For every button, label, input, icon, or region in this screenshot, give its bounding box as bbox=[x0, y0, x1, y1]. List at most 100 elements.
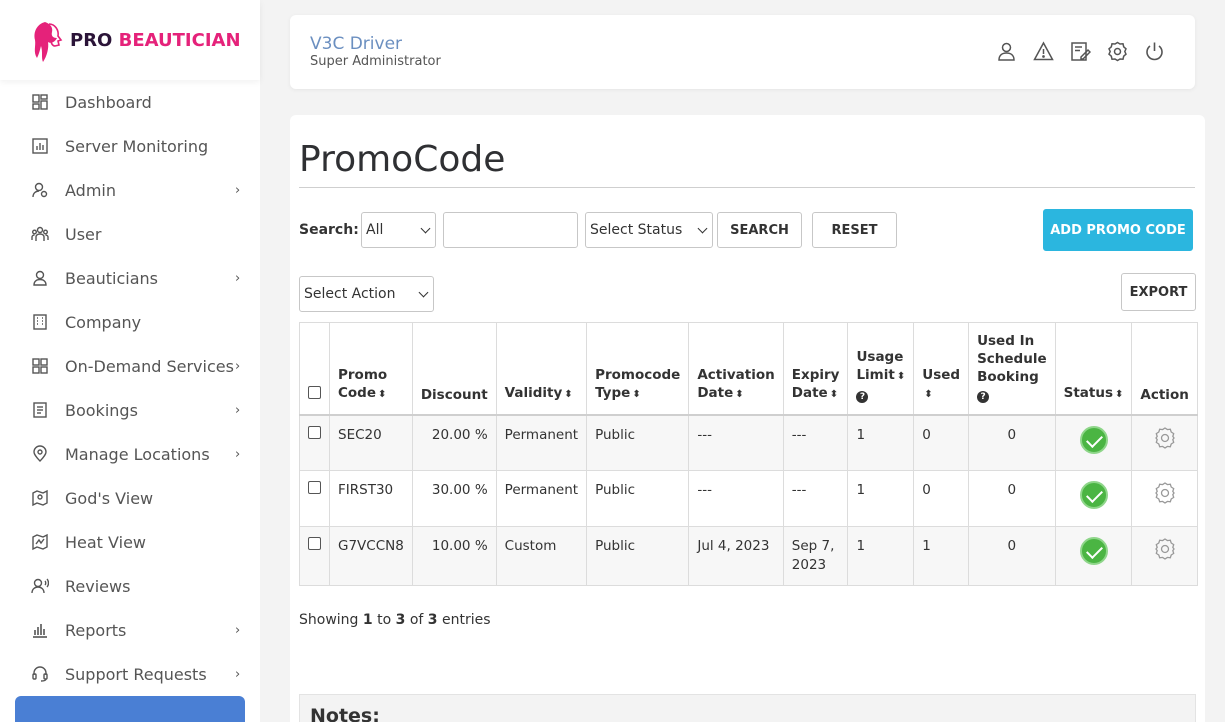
active-status-icon[interactable] bbox=[1079, 481, 1108, 509]
notes-title: Notes: bbox=[310, 705, 380, 722]
cell-discount: 10.00 % bbox=[411, 526, 497, 586]
sidebar-item-admin[interactable]: Admin › bbox=[0, 168, 260, 212]
cell-promo-code: SEC20 bbox=[329, 414, 413, 471]
edit-icon[interactable] bbox=[1070, 41, 1091, 62]
cell-usage-limit: 1 bbox=[847, 526, 915, 586]
help-icon[interactable]: ? bbox=[977, 390, 990, 403]
settings-icon[interactable] bbox=[1107, 41, 1128, 62]
sidebar-item-label: Manage Locations bbox=[65, 444, 210, 464]
header-actions bbox=[996, 41, 1165, 62]
header-expiry-date[interactable]: Expiry Date ⬍ bbox=[782, 322, 849, 415]
search-label: Search: bbox=[299, 222, 359, 238]
chevron-right-icon: › bbox=[235, 359, 241, 374]
cell-promo-code: G7VCCN8 bbox=[329, 526, 413, 586]
status-select[interactable]: Select Status bbox=[585, 212, 713, 248]
user-icon[interactable] bbox=[996, 41, 1017, 62]
headset-icon bbox=[31, 665, 49, 683]
chevron-right-icon: › bbox=[235, 623, 241, 638]
sidebar-item-server-monitoring[interactable]: Server Monitoring bbox=[0, 124, 260, 168]
row-checkbox[interactable] bbox=[308, 425, 321, 439]
cell-promo-code: FIRST30 bbox=[329, 470, 413, 527]
header-used[interactable]: Used ⬍ bbox=[913, 322, 970, 415]
cell-activation-date: --- bbox=[688, 470, 784, 527]
sidebar-item-label: Beauticians bbox=[65, 268, 159, 288]
warning-icon[interactable] bbox=[1033, 41, 1054, 62]
map-icon bbox=[31, 489, 49, 507]
sidebar-item-on-demand-services[interactable]: On-Demand Services › bbox=[0, 344, 260, 388]
table-header-row: Promo Code ⬍ Discount Validity ⬍ Promocode T… bbox=[299, 322, 1198, 415]
search-field-value: All bbox=[366, 222, 384, 238]
cell-usage-limit: 1 bbox=[847, 414, 915, 471]
search-button[interactable]: SEARCH bbox=[717, 212, 802, 248]
cell-used: 0 bbox=[913, 470, 970, 527]
sidebar-item-support-requests[interactable]: Support Requests › bbox=[0, 652, 260, 696]
cell-status bbox=[1054, 526, 1133, 586]
chevron-down-icon bbox=[697, 223, 708, 234]
header-usage-limit[interactable]: Usage Limit ⬍? bbox=[847, 322, 915, 415]
active-status-icon[interactable] bbox=[1079, 425, 1108, 454]
table-row: FIRST30 30.00 % Permanent Public --- ---… bbox=[299, 470, 1198, 527]
cell-used: 0 bbox=[913, 414, 970, 471]
header-promo-code[interactable]: Promo Code ⬍ bbox=[329, 322, 413, 415]
sidebar-item-gods-view[interactable]: God's View bbox=[0, 476, 260, 520]
beautician-icon bbox=[31, 269, 49, 287]
cell-discount: 30.00 % bbox=[411, 470, 497, 527]
header-validity[interactable]: Validity ⬍ bbox=[495, 322, 588, 415]
header-status[interactable]: Status ⬍ bbox=[1054, 322, 1133, 415]
chevron-right-icon: › bbox=[235, 271, 241, 286]
logo[interactable]: PRO BEAUTICIAN bbox=[0, 0, 260, 80]
select-all-checkbox[interactable] bbox=[308, 385, 321, 399]
user-name[interactable]: V3C Driver bbox=[310, 34, 402, 54]
export-button[interactable]: EXPORT bbox=[1121, 273, 1196, 311]
reset-button[interactable]: RESET bbox=[812, 212, 897, 248]
sidebar-item-manage-locations[interactable]: Manage Locations › bbox=[0, 432, 260, 476]
bookings-icon bbox=[31, 401, 49, 419]
sidebar-item-dashboard[interactable]: Dashboard bbox=[0, 80, 260, 124]
sidebar-item-user[interactable]: User bbox=[0, 212, 260, 256]
cell-activation-date: Jul 4, 2023 bbox=[688, 526, 784, 586]
sidebar-active-item[interactable] bbox=[15, 696, 245, 722]
dashboard-icon bbox=[31, 93, 49, 111]
gear-icon[interactable] bbox=[1153, 482, 1177, 509]
bulk-action-select[interactable]: Select Action bbox=[299, 276, 434, 312]
sidebar-item-heat-view[interactable]: Heat View bbox=[0, 520, 260, 564]
cell-promocode-type: Public bbox=[586, 526, 690, 586]
sort-icon: ⬍ bbox=[896, 370, 906, 382]
row-checkbox[interactable] bbox=[308, 481, 321, 494]
help-icon[interactable]: ? bbox=[856, 390, 869, 403]
header-activation-date[interactable]: Activation Date ⬍ bbox=[688, 322, 784, 415]
sidebar-item-bookings[interactable]: Bookings › bbox=[0, 388, 260, 432]
sort-icon: ⬍ bbox=[378, 388, 387, 400]
cell-action bbox=[1131, 526, 1198, 586]
admin-icon bbox=[31, 181, 49, 199]
sidebar-item-label: Admin bbox=[65, 180, 116, 200]
chevron-right-icon: › bbox=[235, 183, 241, 198]
notes-section: Notes: bbox=[299, 694, 1196, 722]
sidebar-item-beauticians[interactable]: Beauticians › bbox=[0, 256, 260, 300]
heat-map-icon bbox=[31, 533, 49, 551]
add-promo-code-button[interactable]: ADD PROMO CODE bbox=[1043, 209, 1193, 251]
sort-icon: ⬍ bbox=[564, 388, 573, 400]
gear-icon[interactable] bbox=[1153, 426, 1177, 454]
page-title: PromoCode bbox=[299, 139, 506, 180]
power-icon[interactable] bbox=[1144, 41, 1165, 62]
header-promocode-type[interactable]: Promocode Type ⬍ bbox=[586, 322, 690, 415]
gear-icon[interactable] bbox=[1153, 538, 1177, 565]
row-checkbox[interactable] bbox=[308, 537, 321, 550]
search-input[interactable] bbox=[443, 212, 578, 248]
cell-discount: 20.00 % bbox=[411, 414, 497, 471]
cell-expiry-date: --- bbox=[782, 470, 849, 527]
divider bbox=[299, 187, 1195, 188]
active-status-icon[interactable] bbox=[1079, 537, 1108, 565]
cell-validity: Custom bbox=[495, 526, 588, 586]
chevron-right-icon: › bbox=[235, 447, 241, 462]
sort-icon: ⬍ bbox=[735, 388, 744, 400]
chart-icon bbox=[31, 137, 49, 155]
sidebar-item-reviews[interactable]: Reviews bbox=[0, 564, 260, 608]
sidebar-item-label: On-Demand Services bbox=[65, 356, 234, 376]
sort-icon: ⬍ bbox=[1115, 388, 1124, 400]
sidebar-item-reports[interactable]: Reports › bbox=[0, 608, 260, 652]
sidebar-item-company[interactable]: Company bbox=[0, 300, 260, 344]
sidebar-item-label: Reports bbox=[65, 620, 127, 640]
search-field-select[interactable]: All bbox=[361, 212, 436, 248]
